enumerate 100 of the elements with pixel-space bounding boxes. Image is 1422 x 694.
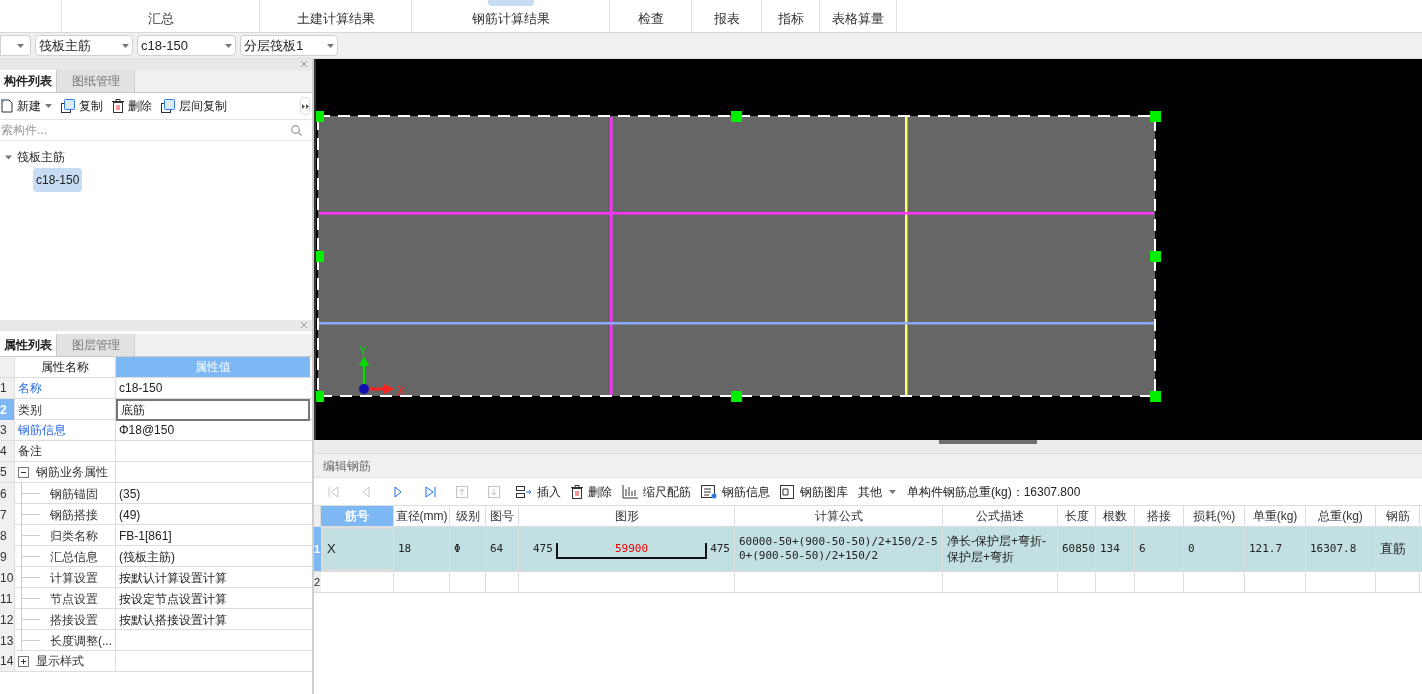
table-cell: 60000-50+(900-50-50)/2+150/2-50+(900-50-50)/2+150/2: [735, 527, 943, 571]
ribbon-tab[interactable]: 报表: [692, 0, 762, 32]
toolbar-button[interactable]: 缩尺配筋: [622, 482, 691, 501]
caret-icon[interactable]: [889, 489, 896, 494]
toolbar-button[interactable]: 插入: [516, 482, 561, 501]
panel-tab[interactable]: 构件列表: [0, 70, 56, 92]
toolbar-button[interactable]: 钢筋信息: [701, 482, 770, 501]
panel-tab[interactable]: 属性列表: [0, 334, 56, 356]
tree-item[interactable]: 筏板主筋: [15, 148, 67, 166]
trash-icon: [112, 99, 124, 113]
caret-icon[interactable]: [122, 43, 129, 48]
property-name: 长度调整(...: [50, 632, 112, 650]
value-field[interactable]: 底筋: [116, 399, 310, 421]
tree-item[interactable]: c18-150: [33, 167, 83, 192]
ribbon-tab[interactable]: 汇总: [62, 0, 260, 32]
next-icon[interactable]: [392, 485, 404, 498]
table-cell: 60850: [1058, 527, 1096, 571]
caret-icon[interactable]: [327, 43, 334, 48]
ribbon-tab[interactable]: 土建计算结果: [260, 0, 412, 32]
table-cell: Φ: [450, 527, 486, 571]
row-number: 10: [0, 567, 15, 588]
toolbar-button[interactable]: 删除: [571, 482, 612, 501]
table-cell: 直筋: [1376, 527, 1420, 571]
more-button[interactable]: [300, 97, 310, 115]
row-number: 11: [0, 588, 15, 609]
table-cell: 6: [1135, 527, 1184, 571]
copy-icon: [161, 99, 175, 113]
ribbon-tab[interactable]: 检查: [610, 0, 692, 32]
property-value: Φ18@150: [119, 422, 175, 439]
property-value: 按默认搭接设置计算: [119, 611, 227, 629]
splitter-handle[interactable]: [939, 440, 1037, 444]
caret-icon[interactable]: [225, 43, 232, 48]
property-name: 显示样式: [36, 653, 84, 670]
toolbar-button[interactable]: 钢筋图库: [780, 482, 848, 501]
table-row[interactable]: 1 X 18 Φ 64 475 59900 475 60000-50+(900-50-50)/2+150/2-50+(900-50-50)/2+150/2 净长-保护层+弯折-保护层+弯折 60850 134 6 0 121.7 16307.8 直筋: [314, 527, 1422, 572]
property-name: 搭接设置: [50, 611, 98, 629]
grip-handle[interactable]: [1150, 251, 1161, 262]
property-link[interactable]: 名称: [18, 379, 42, 397]
collapse-icon[interactable]: [18, 466, 29, 478]
property-name: 钢筋锚固: [50, 485, 98, 503]
last-icon[interactable]: [424, 485, 436, 498]
panel-title: 编辑钢筋: [314, 454, 1422, 478]
row-number: 2: [314, 572, 321, 592]
table-cell: 18: [394, 527, 450, 571]
row-number: 6: [0, 483, 15, 504]
grip-handle[interactable]: [1150, 391, 1161, 402]
expand-icon[interactable]: [18, 655, 29, 667]
column-header[interactable]: 直径(mm): [394, 506, 450, 526]
close-icon[interactable]: [300, 60, 308, 68]
toolbar-button[interactable]: 其他: [858, 482, 896, 501]
ribbon-tab[interactable]: 指标: [762, 0, 820, 32]
toolbar-button[interactable]: 新建: [1, 97, 52, 115]
row-number: 4: [0, 441, 15, 461]
toolbar-button[interactable]: 复制: [61, 97, 103, 115]
insert-row-icon: [516, 485, 532, 498]
dropdown[interactable]: c18-150: [137, 35, 236, 56]
table-row[interactable]: 2: [314, 572, 1422, 593]
dropdown[interactable]: [0, 35, 31, 56]
property-name: 钢筋搭接: [50, 506, 98, 524]
property-value: (筏板主筋): [119, 548, 175, 566]
shape-dimension: 475: [533, 540, 553, 557]
property-name: 节点设置: [50, 590, 98, 608]
trash-icon: [571, 484, 583, 499]
grip-handle[interactable]: [731, 391, 742, 402]
table-cell: 16307.8: [1306, 527, 1376, 571]
collapse-triangle-icon[interactable]: [5, 153, 12, 161]
axis-icon: [359, 356, 394, 394]
table-cell: 121.7: [1245, 527, 1306, 571]
property-name: 计算设置: [50, 569, 98, 587]
copy-icon: [61, 99, 75, 113]
property-link[interactable]: 钢筋信息: [18, 421, 66, 439]
double-arrow-icon: [301, 103, 309, 109]
ribbon-tab[interactable]: 表格算量: [820, 0, 897, 32]
grip-handle[interactable]: [731, 111, 742, 122]
shape-dimension: 475: [710, 540, 730, 557]
shape-length: 59900: [614, 541, 649, 557]
caret-icon[interactable]: [17, 43, 24, 48]
close-icon[interactable]: [300, 321, 308, 329]
caret-icon[interactable]: [45, 104, 52, 108]
grip-handle[interactable]: [1150, 111, 1161, 122]
search-icon: [291, 124, 302, 136]
row-number: 7: [0, 504, 15, 525]
panel-tab[interactable]: 图层管理: [56, 334, 135, 356]
row-number: 9: [0, 546, 15, 567]
toolbar-button[interactable]: 删除: [112, 97, 152, 115]
table-cell: 64: [486, 527, 519, 571]
dropdown[interactable]: 筏板主筋: [35, 35, 133, 56]
property-value: FB-1[861]: [119, 527, 172, 545]
image-icon: [780, 484, 795, 499]
row-number: 8: [0, 525, 15, 546]
column-header: 属性值: [116, 357, 310, 377]
row-number: 1: [0, 378, 15, 398]
search-field[interactable]: 索构件...: [0, 120, 291, 140]
ribbon-tab[interactable]: 钢筋计算结果: [412, 0, 610, 32]
total-weight-label: 单构件钢筋总重(kg)：16307.800: [907, 483, 1081, 501]
dropdown[interactable]: 分层筏板1: [240, 35, 338, 56]
bar-chart-icon: [622, 484, 638, 499]
toolbar-button[interactable]: 层间复制: [161, 97, 227, 115]
property-name: 归类名称: [50, 527, 98, 545]
panel-tab[interactable]: 图纸管理: [56, 70, 135, 92]
